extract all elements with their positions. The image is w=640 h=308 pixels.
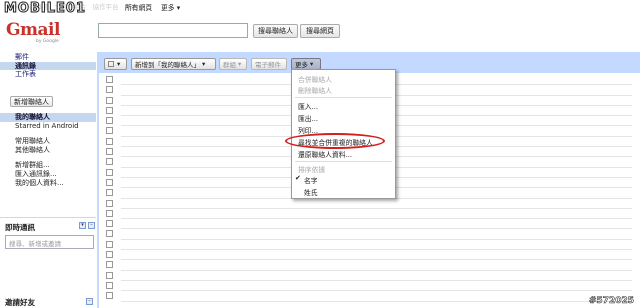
search-input[interactable] [98, 23, 248, 38]
row-checkbox[interactable] [106, 189, 113, 197]
row-checkbox[interactable] [106, 117, 113, 125]
more-label: 更多 [295, 61, 308, 69]
gmail-logo-text: Gmail [6, 20, 60, 40]
menu-item-sort-first-name[interactable]: 名字 [304, 175, 318, 185]
contact-row[interactable] [101, 219, 640, 230]
menu-separator [295, 97, 392, 98]
row-divider [121, 300, 632, 302]
add-to-group-label: 新增到「我的聯絡人」 [135, 61, 200, 69]
contact-row[interactable] [101, 271, 640, 281]
contact-row[interactable] [101, 240, 640, 251]
group-starred-android[interactable]: Starred in Android [0, 122, 96, 131]
menu-sort-label: 排序依據 [298, 166, 326, 174]
row-checkbox[interactable] [106, 220, 113, 228]
row-checkbox[interactable] [106, 158, 113, 166]
contact-groups: 我的聯絡人 Starred in Android 常用聯絡人 其他聯絡人 新增群… [0, 113, 96, 188]
row-checkbox[interactable] [106, 209, 113, 217]
group-my-contacts[interactable]: 我的聯絡人 [0, 113, 96, 122]
new-group-link[interactable]: 新增群組... [0, 161, 96, 170]
contact-row[interactable] [101, 199, 640, 209]
menu-item-delete[interactable]: 刪除聯絡人 [298, 85, 332, 95]
chat-title: 即時通訊 [5, 223, 35, 232]
row-checkbox[interactable] [106, 76, 113, 83]
sidebar-item-contacts[interactable]: 通訊錄 [0, 61, 96, 70]
group-label: 群組 [223, 61, 236, 69]
menu-item-merge[interactable]: 合併聯絡人 [298, 74, 332, 84]
watermark-id: #572025 [588, 296, 635, 307]
row-checkbox[interactable] [106, 230, 113, 238]
row-checkbox[interactable] [106, 199, 113, 207]
import-contacts-link[interactable]: 匯入通訊錄... [0, 170, 96, 179]
row-checkbox[interactable] [106, 127, 113, 135]
chat-controls: ▾ – [79, 222, 95, 229]
row-checkbox[interactable] [106, 251, 113, 259]
mobile01-logo: MOBILE01 [4, 0, 86, 16]
menu-separator [295, 161, 392, 162]
minus-icon[interactable]: – [86, 298, 93, 305]
contact-row[interactable] [101, 229, 640, 240]
chevron-down-icon: ▾ [117, 60, 121, 68]
group-frequent[interactable]: 常用聯絡人 [0, 137, 96, 146]
contact-row[interactable] [101, 260, 640, 271]
new-contact-button[interactable]: 新增聯絡人 [10, 96, 53, 107]
row-checkbox[interactable] [106, 96, 113, 104]
row-checkbox[interactable] [106, 86, 113, 94]
row-checkbox[interactable] [106, 137, 113, 145]
contact-row[interactable] [101, 291, 640, 302]
checkbox-icon [108, 61, 114, 67]
row-checkbox[interactable] [106, 178, 113, 186]
invite-title: 邀請好友 [5, 298, 35, 307]
checkmark-icon: ✔ [295, 174, 301, 182]
gmail-logo[interactable]: Gmail by Google [6, 20, 76, 50]
chevron-down-icon: ▾ [238, 60, 242, 68]
menu-item-sort-last-name[interactable]: 姓氏 [304, 187, 318, 197]
group-button[interactable]: 群組 ▾ [219, 58, 247, 70]
row-checkbox[interactable] [106, 292, 113, 300]
all-web-link[interactable]: 所有網頁 [125, 2, 152, 12]
my-profile-link[interactable]: 我的個人資料... [0, 179, 96, 188]
group-other[interactable]: 其他聯絡人 [0, 146, 96, 155]
divider [0, 217, 96, 218]
select-all-checkbox[interactable]: ▾ [104, 58, 127, 70]
row-checkbox[interactable] [106, 271, 113, 279]
chevron-down-icon: ▾ [202, 60, 206, 68]
add-to-group-button[interactable]: 新增到「我的聯絡人」 ▾ [131, 58, 216, 70]
row-checkbox[interactable] [106, 281, 113, 289]
contact-row[interactable] [101, 250, 640, 261]
contact-row[interactable] [101, 281, 640, 292]
search-contacts-button[interactable]: 搜尋聯絡人 [253, 24, 298, 38]
search-web-button[interactable]: 搜尋網頁 [300, 24, 340, 38]
minus-icon[interactable]: – [88, 222, 95, 229]
more-link[interactable]: 更多 ▾ [161, 2, 180, 12]
gmail-logo-subtext: by Google [36, 39, 59, 44]
menu-item-export[interactable]: 匯出... [298, 113, 318, 123]
chevron-down-icon: ▾ [310, 60, 314, 68]
row-checkbox[interactable] [106, 261, 113, 269]
row-checkbox[interactable] [106, 168, 113, 176]
email-button[interactable]: 電子郵件 [251, 58, 287, 70]
sidebar-item-tasks[interactable]: 工作表 [0, 70, 96, 79]
menu-item-import[interactable]: 匯入... [298, 101, 318, 111]
contact-row[interactable] [101, 209, 640, 220]
row-checkbox[interactable] [106, 240, 113, 248]
chat-search-input[interactable]: 搜尋、新增或邀請 [5, 235, 94, 249]
sidebar-nav: 郵件 通訊錄 工作表 [0, 53, 96, 79]
row-checkbox[interactable] [106, 106, 113, 114]
sidebar-item-mail[interactable]: 郵件 [0, 53, 96, 62]
row-checkbox[interactable] [106, 148, 113, 156]
menu-item-restore[interactable]: 還原聯絡人資料... [298, 149, 352, 159]
chevron-down-icon[interactable]: ▾ [79, 222, 86, 229]
red-highlight-circle [285, 133, 385, 149]
